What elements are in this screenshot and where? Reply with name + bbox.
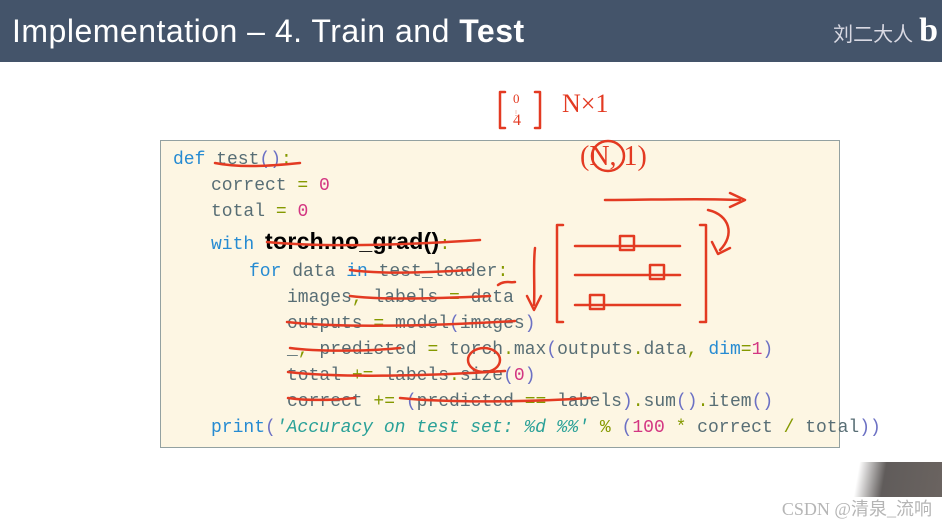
code-line-8: _, predicted = torch.max(outputs.data, d…: [287, 337, 827, 363]
code-line-2: correct = 0: [211, 173, 827, 199]
code-line-4: with torch.no_grad():: [211, 225, 827, 258]
slide-title: Implementation – 4. Train and Test: [12, 13, 525, 50]
code-line-5: for data in test_loader:: [249, 259, 827, 285]
code-line-9: total += labels.size(0): [287, 363, 827, 389]
code-line-7: outputs = model(images): [287, 311, 827, 337]
author-block: 刘二大人 b: [833, 12, 938, 50]
highlight-no-grad: torch.no_grad(): [265, 228, 439, 254]
title-bold: Test: [459, 13, 524, 49]
lecturer-shape: [812, 462, 942, 497]
code-line-11: print('Accuracy on test set: %d %%' % (1…: [211, 415, 827, 441]
code-line-6: images, labels = data: [287, 285, 827, 311]
code-line-3: total = 0: [211, 199, 827, 225]
slide-body: def test(): correct = 0 total = 0 with t…: [0, 62, 942, 525]
title-prefix: Implementation – 4. Train and: [12, 13, 459, 49]
slide-header: Implementation – 4. Train and Test 刘二大人 …: [0, 0, 942, 62]
watermark: CSDN @清泉_流响: [782, 495, 932, 521]
code-line-10: correct += (predicted == labels).sum().i…: [287, 389, 827, 415]
code-line-1: def test():: [173, 147, 827, 173]
bilibili-logo: b: [919, 12, 938, 50]
author-name: 刘二大人: [833, 18, 913, 47]
code-block: def test(): correct = 0 total = 0 with t…: [160, 140, 840, 448]
